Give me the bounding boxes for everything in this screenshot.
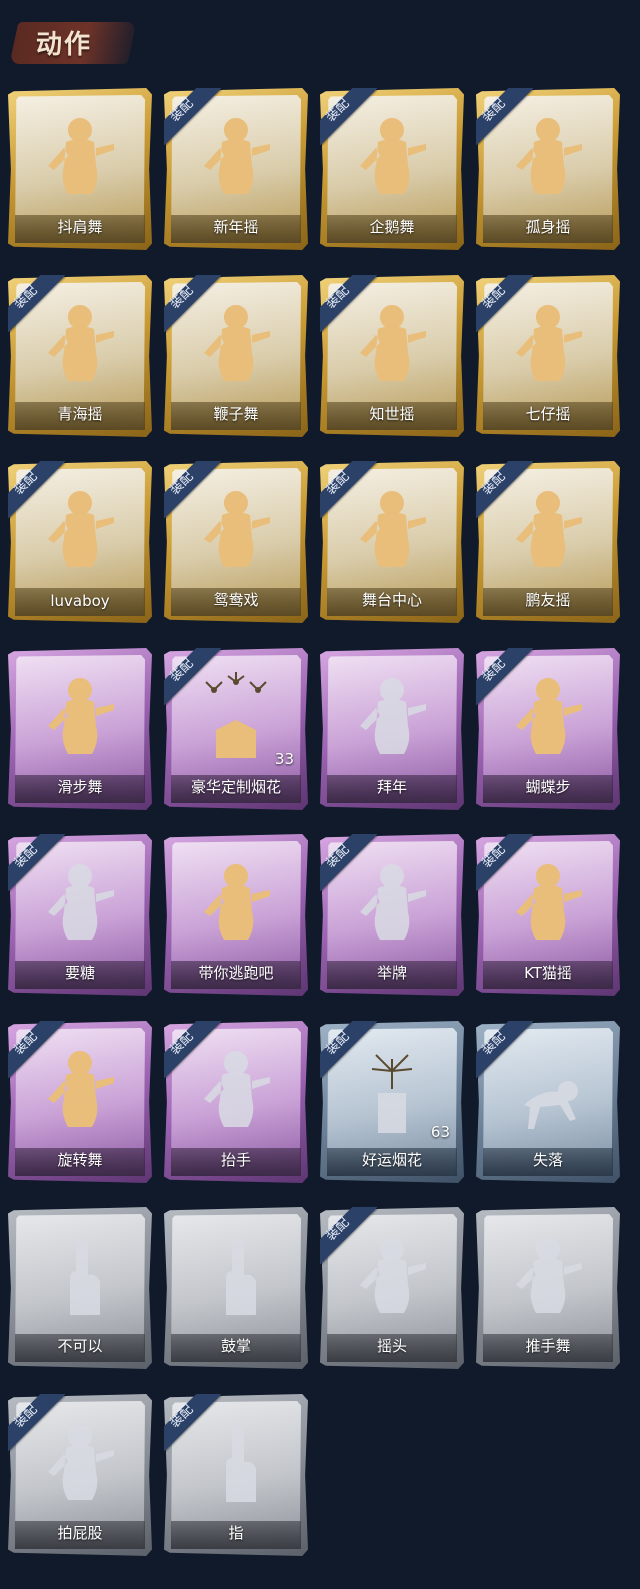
action-name: 摇头 — [376, 1337, 407, 1355]
action-card[interactable]: 举牌 装配 — [320, 834, 464, 996]
equipped-badge: 装配 — [476, 88, 534, 146]
equipped-badge: 装配 — [476, 275, 534, 333]
action-name: 鞭子舞 — [213, 405, 259, 423]
action-name: 抖肩舞 — [57, 218, 103, 236]
action-card[interactable]: 鼓掌 — [164, 1207, 308, 1369]
action-name: 鼓掌 — [220, 1337, 251, 1355]
dance-figure-icon — [48, 118, 114, 194]
equipped-badge: 装配 — [320, 88, 378, 146]
equipped-badge: 装配 — [320, 275, 378, 333]
equipped-badge: 装配 — [476, 461, 534, 519]
push-hands-figure-icon — [516, 1237, 582, 1313]
action-card[interactable]: 要糖 装配 — [8, 834, 152, 996]
action-name: 青海摇 — [57, 405, 103, 423]
section-title: 动作 — [36, 30, 93, 60]
action-name: 拍屁股 — [57, 1524, 103, 1542]
action-card[interactable]: 企鹅舞 装配 — [320, 88, 464, 250]
equipped-badge: 装配 — [164, 648, 222, 706]
action-name: 七仔摇 — [525, 405, 571, 423]
dance-figure-icon — [48, 678, 114, 754]
action-name: 滑步舞 — [57, 778, 103, 796]
action-name: 抬手 — [220, 1151, 251, 1169]
action-card[interactable]: 摇头 装配 — [320, 1207, 464, 1369]
action-name: 不可以 — [57, 1337, 103, 1355]
section-header: 动作 — [9, 18, 137, 66]
action-name: 要糖 — [64, 964, 95, 982]
action-card[interactable]: 拍屁股 装配 — [8, 1394, 152, 1556]
action-card[interactable]: 失落 装配 — [476, 1021, 620, 1183]
action-name: 鹏友摇 — [525, 591, 571, 609]
action-name: 鸳鸯戏 — [213, 591, 259, 609]
greeting-figure-icon — [360, 678, 426, 754]
action-card[interactable]: 舞台中心 装配 — [320, 461, 464, 623]
item-count: 63 — [430, 1123, 450, 1141]
action-card[interactable]: 新年摇 装配 — [164, 88, 308, 250]
action-card[interactable]: 带你逃跑吧 — [164, 834, 308, 996]
finger-wag-icon — [70, 1239, 100, 1315]
action-card[interactable]: 不可以 — [8, 1207, 152, 1369]
equipped-badge: 装配 — [8, 1394, 66, 1452]
clapping-hands-icon — [226, 1239, 256, 1315]
equipped-badge: 装配 — [8, 275, 66, 333]
equipped-badge: 装配 — [8, 461, 66, 519]
action-card[interactable]: 拜年 — [320, 648, 464, 810]
action-card[interactable]: 青海摇 装配 — [8, 275, 152, 437]
equipped-badge: 装配 — [164, 1021, 222, 1079]
equipped-badge: 装配 — [476, 648, 534, 706]
equipped-badge: 装配 — [8, 834, 66, 892]
action-card[interactable]: 豪华定制烟花 33 装配 — [164, 648, 308, 810]
equipped-badge: 装配 — [164, 275, 222, 333]
action-card[interactable]: 蝴蝶步 装配 — [476, 648, 620, 810]
action-card[interactable]: 指 装配 — [164, 1394, 308, 1556]
action-name: 指 — [228, 1524, 244, 1542]
action-name: 带你逃跑吧 — [198, 964, 274, 982]
action-card[interactable]: 旋转舞 装配 — [8, 1021, 152, 1183]
action-card[interactable]: luvaboy 装配 — [8, 461, 152, 623]
action-card[interactable]: 抬手 装配 — [164, 1021, 308, 1183]
action-name: 蝴蝶步 — [525, 778, 571, 796]
equipped-badge: 装配 — [320, 834, 378, 892]
action-name: KT猫摇 — [524, 964, 572, 982]
equipped-badge: 装配 — [320, 461, 378, 519]
action-card[interactable]: 七仔摇 装配 — [476, 275, 620, 437]
item-count: 33 — [274, 750, 294, 768]
action-name: 知世摇 — [369, 405, 415, 423]
equipped-badge: 装配 — [164, 88, 222, 146]
action-name: 拜年 — [376, 778, 407, 796]
action-name: 好运烟花 — [361, 1151, 422, 1169]
action-name: 企鹅舞 — [369, 218, 415, 236]
action-name: 舞台中心 — [361, 591, 422, 609]
equipped-badge: 装配 — [164, 461, 222, 519]
action-name: 举牌 — [376, 964, 407, 982]
action-name: 失落 — [532, 1151, 563, 1169]
equipped-badge: 装配 — [476, 834, 534, 892]
action-card[interactable]: 抖肩舞 — [8, 88, 152, 250]
action-name: 孤身摇 — [525, 218, 571, 236]
action-card[interactable]: 滑步舞 — [8, 648, 152, 810]
equipped-badge: 装配 — [320, 1021, 378, 1079]
dance-figure-icon — [204, 864, 270, 940]
equipped-badge: 装配 — [8, 1021, 66, 1079]
action-name: luvaboy — [50, 592, 110, 610]
action-card[interactable]: KT猫摇 装配 — [476, 834, 620, 996]
action-card[interactable]: 孤身摇 装配 — [476, 88, 620, 250]
equipped-badge: 装配 — [476, 1021, 534, 1079]
action-card[interactable]: 知世摇 装配 — [320, 275, 464, 437]
equipped-badge: 装配 — [164, 1394, 222, 1452]
action-name: 新年摇 — [213, 218, 259, 236]
action-card[interactable]: 鸳鸯戏 装配 — [164, 461, 308, 623]
action-card[interactable]: 推手舞 — [476, 1207, 620, 1369]
action-card[interactable]: 鞭子舞 装配 — [164, 275, 308, 437]
action-card[interactable]: 鹏友摇 装配 — [476, 461, 620, 623]
action-name: 旋转舞 — [57, 1151, 103, 1169]
equipped-badge: 装配 — [320, 1207, 378, 1265]
action-card[interactable]: 好运烟花 63 装配 — [320, 1021, 464, 1183]
action-name: 豪华定制烟花 — [190, 778, 281, 796]
action-name: 推手舞 — [525, 1337, 571, 1355]
